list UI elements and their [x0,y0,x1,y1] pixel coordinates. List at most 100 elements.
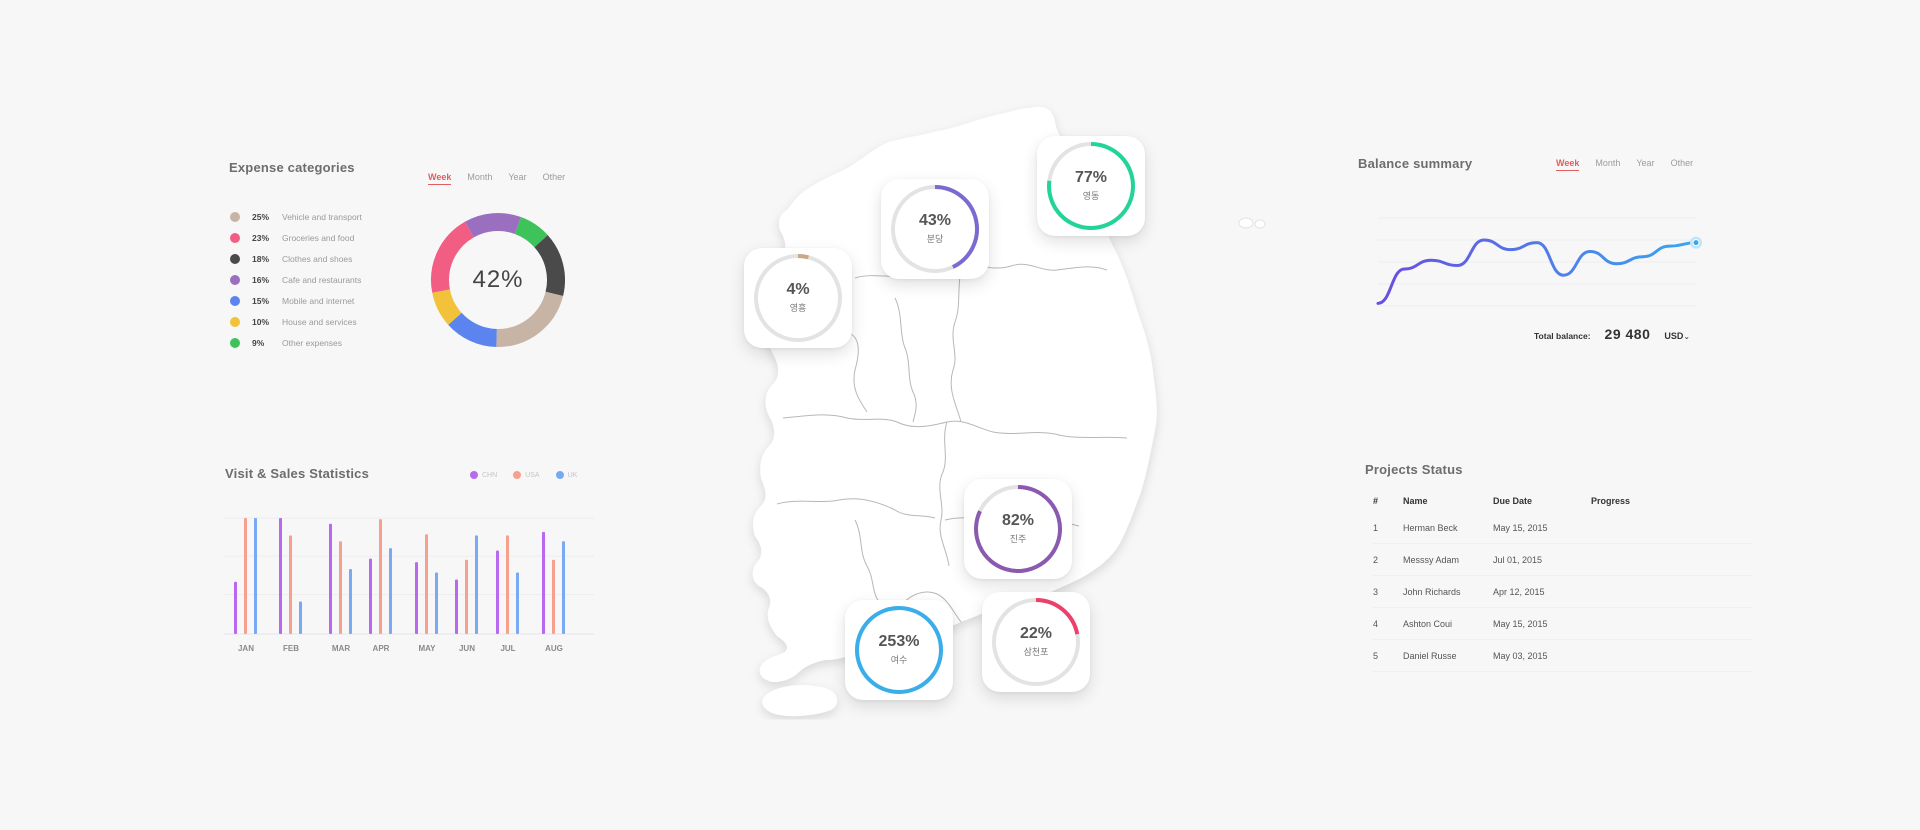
bubble-value: 253% [878,633,920,650]
row-date: Jul 01, 2015 [1493,554,1543,565]
header-progress: Progress [1591,496,1631,506]
region-bubble-bundang[interactable]: 43% 분당 [881,179,989,279]
legend-label: USA [525,471,540,479]
legend-item: 15% Mobile and internet [230,290,362,311]
balance-summary-panel: Balance summary Week Month Year Other To… [1356,154,1716,354]
ring-fill [797,254,809,260]
row-name: Herman Beck [1403,522,1458,533]
tab-week[interactable]: Week [428,172,452,185]
tab-year[interactable]: Year [1636,158,1654,171]
projects-title: Projects Status [1365,462,1463,477]
legend-pct: 15% [252,295,270,306]
legend-pct: 18% [252,253,270,264]
legend-item: UK [555,471,577,479]
bar [465,559,468,634]
legend-dot [230,232,240,243]
bar [435,572,438,634]
bar [329,523,332,634]
bar [234,581,237,634]
row-number: 3 [1373,586,1379,597]
bar [455,579,458,634]
bar [289,535,292,634]
bubble-value: 4% [786,281,810,298]
row-number: 2 [1373,554,1379,565]
bar [379,519,382,634]
total-balance-value: 29 480 [1604,326,1651,342]
tab-month[interactable]: Month [467,172,492,185]
map-jeju-island [762,685,838,717]
balance-line [1376,238,1698,305]
legend-item: 18% Clothes and shoes [230,248,362,269]
table-row[interactable]: 5 Daniel Russe May 03, 2015 [1373,640,1753,672]
endpoint-marker[interactable] [1692,239,1700,247]
header-number: # [1373,496,1379,506]
header-due-date: Due Date [1493,496,1533,506]
legend-label: CHN [482,471,498,479]
bar [415,562,418,634]
region-bubble-jinju[interactable]: 82% 진주 [964,479,1072,579]
expense-title: Expense categories [229,160,355,175]
tab-other[interactable]: Other [1671,158,1694,171]
tab-year[interactable]: Year [508,172,526,185]
bubble-label: 진주 [1009,534,1027,544]
row-name: John Richards [1403,586,1461,597]
chevron-down-icon: ⌄ [1683,332,1691,341]
legend-item: 10% House and services [230,311,362,332]
bar [254,518,257,634]
bubble-value: 77% [1074,169,1108,186]
legend-label: Mobile and internet [282,295,355,306]
legend-pct: 16% [252,274,270,285]
bar [369,558,372,634]
expense-legend: 25% Vehicle and transport 23% Groceries an… [230,206,362,353]
table-row[interactable]: 4 Ashton Coui May 15, 2015 [1373,608,1753,640]
currency-select[interactable]: USD⌄ [1664,326,1690,344]
bar [349,569,352,634]
expense-donut-chart: 42% [428,210,568,350]
region-bubble-yeongheung[interactable]: 4% 영흥 [744,248,852,348]
legend-pct: 9% [252,337,265,348]
region-bubble-yeongdong[interactable]: 77% 영동 [1037,136,1145,236]
bar [299,601,302,634]
korea-map: 4% 영흥 43% 분당 77% 영동 82% 진주 253% 여수 22% 삼… [735,100,1170,730]
region-bubble-yeosu[interactable]: 253% 여수 [845,600,953,700]
balance-title: Balance summary [1358,156,1473,171]
bubble-label: 여수 [890,655,908,665]
legend-item: 16% Cafe and restaurants [230,269,362,290]
expense-tabs: Week Month Year Other [428,172,565,185]
bubble-value: 82% [1001,512,1035,529]
row-date: May 15, 2015 [1493,618,1548,629]
region-bubble-samcheonpo[interactable]: 22% 삼천포 [982,592,1090,692]
legend-dot [513,471,522,479]
table-row[interactable]: 2 Messsy Adam Jul 01, 2015 [1373,544,1753,576]
visit-sales-panel: Visit & Sales Statistics CHN USA UK JAN F… [224,465,594,675]
legend-pct: 10% [252,316,270,327]
tab-month[interactable]: Month [1595,158,1620,171]
legend-item: CHN [470,471,497,479]
x-tick-label: JAN [238,644,254,653]
row-date: May 03, 2015 [1493,650,1548,661]
legend-label: Cafe and restaurants [282,274,362,285]
island-dots [1238,217,1266,229]
visits-legend: CHN USA UK [470,471,577,479]
bubble-value: 22% [1019,625,1053,642]
x-tick-label: AUG [545,644,563,653]
bar [389,548,392,634]
legend-item: USA [513,471,540,479]
expense-categories-panel: Expense categories Week Month Year Other… [228,158,588,358]
tab-week[interactable]: Week [1556,158,1580,171]
legend-dot [230,274,240,285]
table-row[interactable]: 3 John Richards Apr 12, 2015 [1373,576,1753,608]
total-balance-label: Total balance: [1534,331,1591,341]
bar [475,535,478,634]
table-row[interactable]: 1 Herman Beck May 15, 2015 [1373,512,1753,544]
bar [506,535,509,634]
x-tick-label: MAR [332,644,350,653]
legend-dot [230,211,240,222]
tab-other[interactable]: Other [543,172,566,185]
bubble-value: 43% [918,212,952,229]
legend-pct: 25% [252,211,270,222]
legend-label: Vehicle and transport [282,211,362,222]
bubble-label: 영동 [1082,191,1100,201]
legend-item: 25% Vehicle and transport [230,206,362,227]
row-name: Daniel Russe [1403,650,1457,661]
